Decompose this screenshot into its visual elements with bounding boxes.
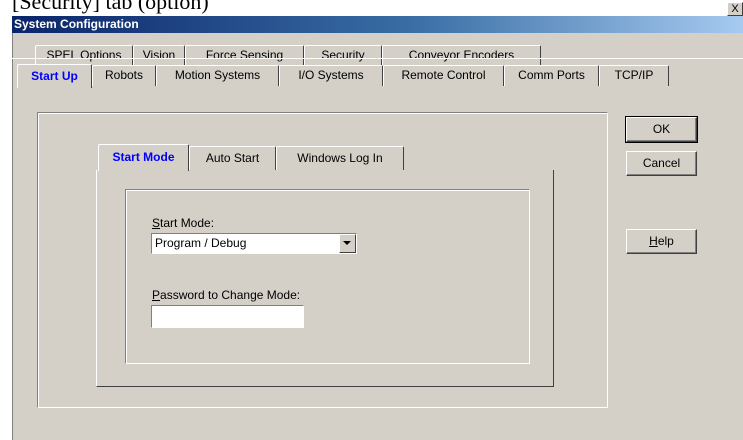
tab-start-up[interactable]: Start Up bbox=[17, 64, 92, 88]
document-caption: [Security] tab (option) bbox=[12, 0, 209, 14]
window-title: System Configuration bbox=[14, 17, 139, 31]
title-bar[interactable]: System Configuration bbox=[12, 16, 743, 33]
start-up-panel bbox=[7, 58, 743, 407]
close-icon[interactable]: X bbox=[727, 2, 743, 16]
inner-tab-start-mode[interactable]: Start Mode bbox=[98, 144, 189, 171]
